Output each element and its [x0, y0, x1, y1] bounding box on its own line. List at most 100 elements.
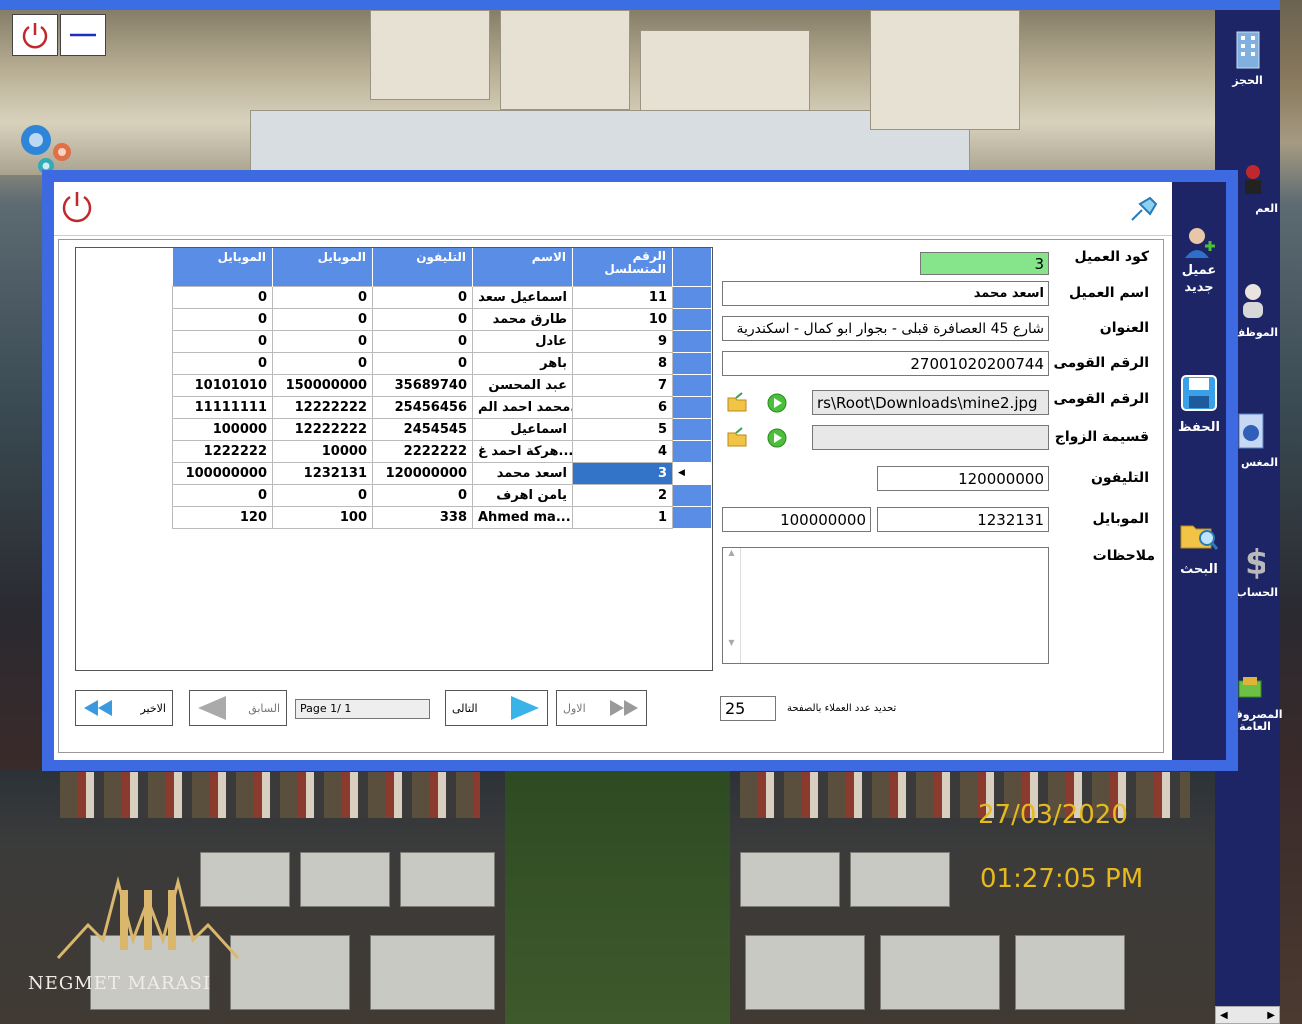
- search-button[interactable]: البحث: [1172, 518, 1226, 577]
- current-row-indicator-icon[interactable]: ◀: [672, 461, 712, 485]
- cell-mobile1[interactable]: 0: [272, 329, 373, 353]
- table-row[interactable]: 111111111222222225456456محمد احمد الم...…: [172, 395, 712, 419]
- pin-icon[interactable]: [1128, 196, 1160, 224]
- client-code-field[interactable]: 3: [920, 252, 1049, 275]
- cell-serial[interactable]: 5: [572, 417, 673, 441]
- notes-scrollbar[interactable]: ▲ ▼: [723, 548, 741, 663]
- cell-name[interactable]: اسعد محمد: [472, 461, 573, 485]
- cell-phone[interactable]: 120000000: [372, 461, 473, 485]
- open-folder-icon[interactable]: [726, 427, 748, 449]
- cell-mobile1[interactable]: 0: [272, 285, 373, 309]
- cell-serial[interactable]: 2: [572, 483, 673, 507]
- cell-phone[interactable]: 0: [372, 285, 473, 309]
- cell-serial[interactable]: 10: [572, 307, 673, 331]
- cell-phone[interactable]: 35689740: [372, 373, 473, 397]
- table-row[interactable]: 1222222 10000 2222222 هركة احمد غ... 4: [172, 439, 712, 463]
- row-header[interactable]: [672, 483, 712, 507]
- cell-serial[interactable]: 9: [572, 329, 673, 353]
- row-header[interactable]: [672, 505, 712, 529]
- table-row[interactable]: 10101010 150000000 35689740 عبد المحسن 7: [172, 373, 712, 397]
- cell-mobile1[interactable]: 150000000: [272, 373, 373, 397]
- col-header-mobile1[interactable]: الموبايل: [272, 248, 373, 286]
- cell-mobile1[interactable]: 0: [272, 307, 373, 331]
- row-header[interactable]: [672, 373, 712, 397]
- cell-name[interactable]: Ahmed ma...: [472, 505, 573, 529]
- cell-mobile1[interactable]: 0: [272, 483, 373, 507]
- sidebar-scrollbar[interactable]: ◀ ▶: [1215, 1006, 1280, 1024]
- scroll-left-icon[interactable]: ◀: [1220, 1010, 1228, 1021]
- play-icon[interactable]: [766, 427, 788, 449]
- row-header[interactable]: [672, 307, 712, 331]
- cell-mobile2[interactable]: 0: [172, 307, 273, 331]
- table-row[interactable]: 0 0 0 طارق محمد 10: [172, 307, 712, 331]
- cell-phone[interactable]: 0: [372, 307, 473, 331]
- cell-mobile2[interactable]: 120: [172, 505, 273, 529]
- row-header[interactable]: [672, 417, 712, 441]
- table-row[interactable]: 0 0 0 اسماعيل سعد 11: [172, 285, 712, 309]
- col-header-name[interactable]: الاسم: [472, 248, 573, 286]
- cell-name[interactable]: محمد احمد الم...: [472, 395, 573, 419]
- cell-serial[interactable]: 3: [572, 461, 673, 485]
- row-header[interactable]: [672, 395, 712, 419]
- table-row[interactable]: 0 0 0 عادل 9: [172, 329, 712, 353]
- cell-mobile1[interactable]: 12222222: [272, 417, 373, 441]
- cell-name[interactable]: عبد المحسن: [472, 373, 573, 397]
- power-button[interactable]: [12, 14, 58, 56]
- national-id-field[interactable]: 27001020200744: [722, 351, 1049, 376]
- cell-mobile1[interactable]: 0: [272, 351, 373, 375]
- new-client-button[interactable]: عميل جديد: [1172, 224, 1226, 296]
- cell-phone[interactable]: 0: [372, 329, 473, 353]
- cell-phone[interactable]: 0: [372, 351, 473, 375]
- national-id-image-path[interactable]: rs\Root\Downloads\mine2.jpg: [812, 390, 1049, 415]
- cell-name[interactable]: طارق محمد: [472, 307, 573, 331]
- row-header[interactable]: [672, 439, 712, 463]
- cell-mobile2[interactable]: 100000000: [172, 461, 273, 485]
- first-page-button[interactable]: الاول: [556, 690, 647, 726]
- cell-mobile2[interactable]: 11111111: [172, 395, 273, 419]
- table-row[interactable]: 120 100 338 Ahmed ma... 1: [172, 505, 712, 529]
- marriage-doc-path[interactable]: [812, 425, 1049, 450]
- cell-mobile1[interactable]: 10000: [272, 439, 373, 463]
- sidebar-item-booking[interactable]: الحجز: [1215, 28, 1280, 87]
- cell-mobile2[interactable]: 10101010: [172, 373, 273, 397]
- cell-mobile2[interactable]: 0: [172, 329, 273, 353]
- cell-mobile2[interactable]: 0: [172, 483, 273, 507]
- cell-name[interactable]: باهر: [472, 351, 573, 375]
- cell-phone[interactable]: 25456456: [372, 395, 473, 419]
- mobile1-field[interactable]: 1232131: [877, 507, 1049, 532]
- col-header-mobile2[interactable]: الموبايل: [172, 248, 273, 286]
- address-field[interactable]: شارع 45 العصافرة قبلى - بجوار ابو كمال -…: [722, 316, 1049, 341]
- table-row[interactable]: 100000 12222222 2454545 اسماعيل 5: [172, 417, 712, 441]
- close-power-icon[interactable]: [59, 188, 95, 224]
- minimize-button[interactable]: [60, 14, 106, 56]
- cell-mobile2[interactable]: 0: [172, 285, 273, 309]
- row-header[interactable]: [672, 285, 712, 309]
- cell-mobile1[interactable]: 12222222: [272, 395, 373, 419]
- phone-field[interactable]: 120000000: [877, 466, 1049, 491]
- mobile2-field[interactable]: 100000000: [722, 507, 871, 532]
- cell-phone[interactable]: 2222222: [372, 439, 473, 463]
- client-name-field[interactable]: اسعد محمد: [722, 281, 1049, 306]
- cell-phone[interactable]: 2454545: [372, 417, 473, 441]
- cell-serial[interactable]: 11: [572, 285, 673, 309]
- cell-mobile2[interactable]: 1222222: [172, 439, 273, 463]
- col-header-phone[interactable]: التليفون: [372, 248, 473, 286]
- cell-name[interactable]: هركة احمد غ...: [472, 439, 573, 463]
- per-page-field[interactable]: 25: [720, 696, 776, 721]
- previous-page-button[interactable]: السابق: [189, 690, 287, 726]
- col-header-serial[interactable]: الرقم المتسلسل: [572, 248, 673, 286]
- table-row[interactable]: 0 0 0 باهر 8: [172, 351, 712, 375]
- cell-serial[interactable]: 6: [572, 395, 673, 419]
- open-folder-icon[interactable]: [726, 392, 748, 414]
- clients-grid[interactable]: الموبايل الموبايل التليفون الاسم الرقم ا…: [75, 247, 713, 671]
- row-header[interactable]: [672, 351, 712, 375]
- cell-serial[interactable]: 1: [572, 505, 673, 529]
- next-page-button[interactable]: التالى: [445, 690, 548, 726]
- table-row[interactable]: 100000000 1232131 120000000 اسعد محمد 3 ◀: [172, 461, 712, 485]
- cell-phone[interactable]: 0: [372, 483, 473, 507]
- cell-serial[interactable]: 4: [572, 439, 673, 463]
- settings-gears-icon[interactable]: [12, 118, 76, 178]
- cell-mobile2[interactable]: 100000: [172, 417, 273, 441]
- cell-mobile1[interactable]: 1232131: [272, 461, 373, 485]
- cell-name[interactable]: يامن اهرف: [472, 483, 573, 507]
